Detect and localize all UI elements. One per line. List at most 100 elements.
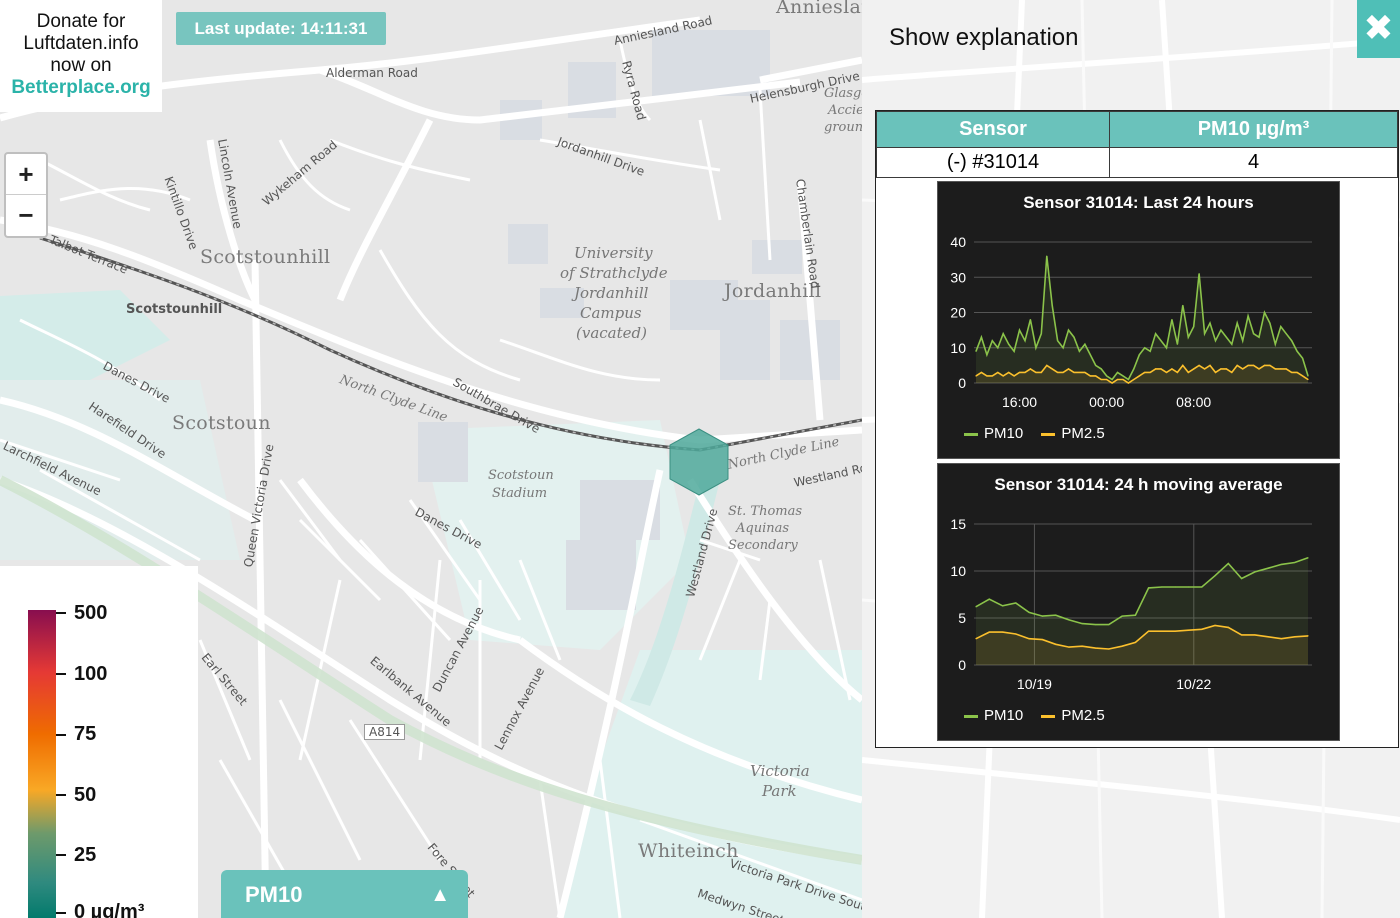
data-point xyxy=(975,350,977,352)
data-point xyxy=(1002,375,1004,377)
map-label-victoria-2: Park xyxy=(762,782,797,800)
data-point xyxy=(1041,639,1043,641)
data-point xyxy=(1051,368,1053,370)
legend-gradient-bar xyxy=(28,610,56,918)
data-point xyxy=(975,375,977,377)
x-tick-label: 10/19 xyxy=(1017,676,1052,692)
data-point xyxy=(1274,368,1276,370)
close-icon[interactable]: ✖ xyxy=(1357,0,1400,58)
legend-tick xyxy=(56,854,66,856)
data-point xyxy=(1073,336,1075,338)
data-point xyxy=(988,631,990,633)
data-point xyxy=(1291,371,1293,374)
data-point xyxy=(1008,343,1010,345)
data-point xyxy=(1252,333,1255,335)
data-point xyxy=(1171,368,1173,370)
data-point xyxy=(1081,623,1083,625)
data-point xyxy=(1160,368,1162,370)
data-point xyxy=(1160,340,1162,342)
map-label-st-thomas-3: Secondary xyxy=(728,538,798,553)
data-point xyxy=(1121,615,1123,617)
data-point xyxy=(1122,375,1124,377)
map-label-university: University xyxy=(574,244,653,262)
map-label-victoria-1: Victoria xyxy=(750,762,810,780)
table-row[interactable]: (-) #31014 4 xyxy=(876,147,1398,178)
data-point xyxy=(1035,347,1037,349)
chart-24h-svg: 0 10 20 30 40 16:00 00:00 08:00 xyxy=(950,234,1312,410)
betterplace-link[interactable]: Betterplace.org xyxy=(0,77,162,99)
data-point xyxy=(1182,364,1184,366)
sensor-id-cell[interactable]: (-) #31014 xyxy=(876,147,1110,178)
data-point xyxy=(1094,623,1097,626)
data-point xyxy=(997,347,999,349)
sensor-hexagon[interactable] xyxy=(668,428,730,496)
data-point xyxy=(1307,378,1309,381)
show-explanation-link[interactable]: Show explanation xyxy=(889,24,1078,52)
map-label-st-thomas-1: St. Thomas xyxy=(728,504,803,519)
y-tick-label: 40 xyxy=(950,234,966,250)
data-point xyxy=(1028,638,1030,640)
y-tick-label: 0 xyxy=(958,375,966,391)
data-point xyxy=(1242,368,1244,370)
pollutant-selector-label: PM10 xyxy=(245,882,303,907)
data-point xyxy=(1165,347,1168,349)
column-header-pm10: PM10 µg/m³ xyxy=(1109,111,1398,148)
data-point xyxy=(1078,350,1081,352)
data-point xyxy=(1263,311,1266,314)
data-point xyxy=(1209,364,1211,366)
y-tick-label: 0 xyxy=(958,657,966,673)
data-point xyxy=(1035,371,1037,374)
chart-moving-average: 0 5 10 15 10/19 10/22 Sensor 31014: 24 h movi… xyxy=(937,463,1340,741)
data-point xyxy=(1285,333,1287,335)
data-point xyxy=(1028,611,1030,613)
data-point xyxy=(1084,371,1086,374)
data-point xyxy=(975,638,977,640)
data-point xyxy=(1236,322,1238,324)
data-point xyxy=(1165,371,1168,374)
map-label-glasgow-2: Accie xyxy=(828,103,862,118)
data-point xyxy=(1149,371,1151,374)
data-point xyxy=(1024,371,1026,374)
data-point xyxy=(1106,375,1108,377)
legend-label-500: 500 xyxy=(74,602,108,624)
chart-title: Sensor 31014: 24 h moving average xyxy=(994,475,1283,494)
data-point xyxy=(1187,336,1189,338)
data-point xyxy=(1084,343,1086,345)
data-point xyxy=(1198,364,1200,366)
zoom-in-button[interactable]: + xyxy=(6,154,46,195)
donate-line-3: now on xyxy=(50,55,112,76)
data-point xyxy=(1231,343,1233,345)
data-point xyxy=(1081,645,1083,647)
data-point xyxy=(1134,641,1136,644)
map-label-scotstounhill-station: Scotstounhill xyxy=(126,302,223,317)
data-point xyxy=(1203,333,1206,335)
data-point xyxy=(1176,371,1178,374)
x-tick-label: 00:00 xyxy=(1089,394,1124,410)
data-point xyxy=(1144,371,1146,374)
data-point xyxy=(988,598,990,600)
data-point xyxy=(1013,375,1015,377)
data-point xyxy=(1182,304,1184,307)
data-point xyxy=(1198,273,1200,275)
data-point xyxy=(1148,630,1150,632)
data-point xyxy=(991,375,993,377)
data-point xyxy=(1018,329,1021,331)
data-point xyxy=(1220,368,1222,370)
data-point xyxy=(1051,304,1053,307)
data-point xyxy=(1193,326,1195,328)
data-point xyxy=(1095,364,1097,366)
data-point xyxy=(1024,340,1026,342)
series-area-pm10 xyxy=(976,256,1308,383)
map-label-stadium-1: Scotstoun xyxy=(488,468,554,483)
data-point xyxy=(1067,329,1070,331)
data-point xyxy=(1187,586,1190,588)
legend-pm10: PM10 xyxy=(984,425,1024,442)
zoom-out-button[interactable]: − xyxy=(6,195,46,236)
data-point xyxy=(1078,371,1081,374)
data-point xyxy=(1041,615,1043,617)
map-canvas[interactable]: Scotstounhill Scotstounhill Scotstoun Jo… xyxy=(0,0,862,918)
data-point xyxy=(1294,636,1296,638)
pollutant-selector[interactable]: PM10 ▲ xyxy=(221,870,468,918)
legend-tick xyxy=(56,912,66,914)
data-point xyxy=(1307,557,1309,559)
